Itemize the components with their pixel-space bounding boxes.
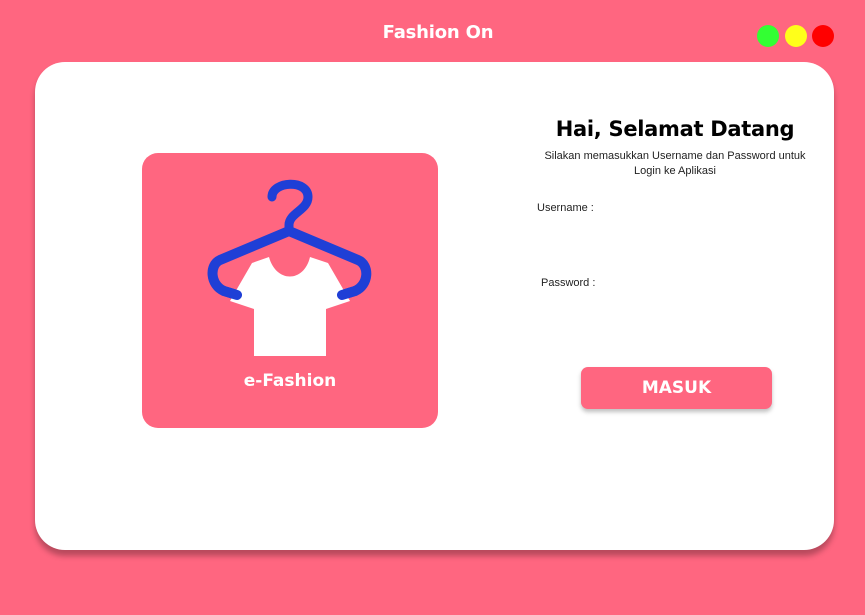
welcome-subtitle: Silakan memasukkan Username dan Password… bbox=[530, 149, 820, 179]
username-input[interactable] bbox=[535, 220, 819, 250]
minimize-button[interactable] bbox=[785, 25, 807, 47]
welcome-heading: Hai, Selamat Datang bbox=[555, 117, 795, 141]
maximize-button[interactable] bbox=[757, 25, 779, 47]
subtitle-line-2: Login ke Aplikasi bbox=[634, 165, 716, 177]
logo-text: e-Fashion bbox=[243, 371, 337, 391]
window-title: Fashion On bbox=[382, 22, 494, 43]
logo-panel: e-Fashion bbox=[142, 153, 438, 428]
close-button[interactable] bbox=[812, 25, 834, 47]
password-label: Password : bbox=[541, 277, 596, 289]
username-label: Username : bbox=[537, 202, 594, 214]
login-button[interactable]: MASUK bbox=[581, 367, 772, 409]
password-input[interactable] bbox=[535, 295, 819, 325]
subtitle-line-1: Silakan memasukkan Username dan Password… bbox=[544, 150, 806, 162]
